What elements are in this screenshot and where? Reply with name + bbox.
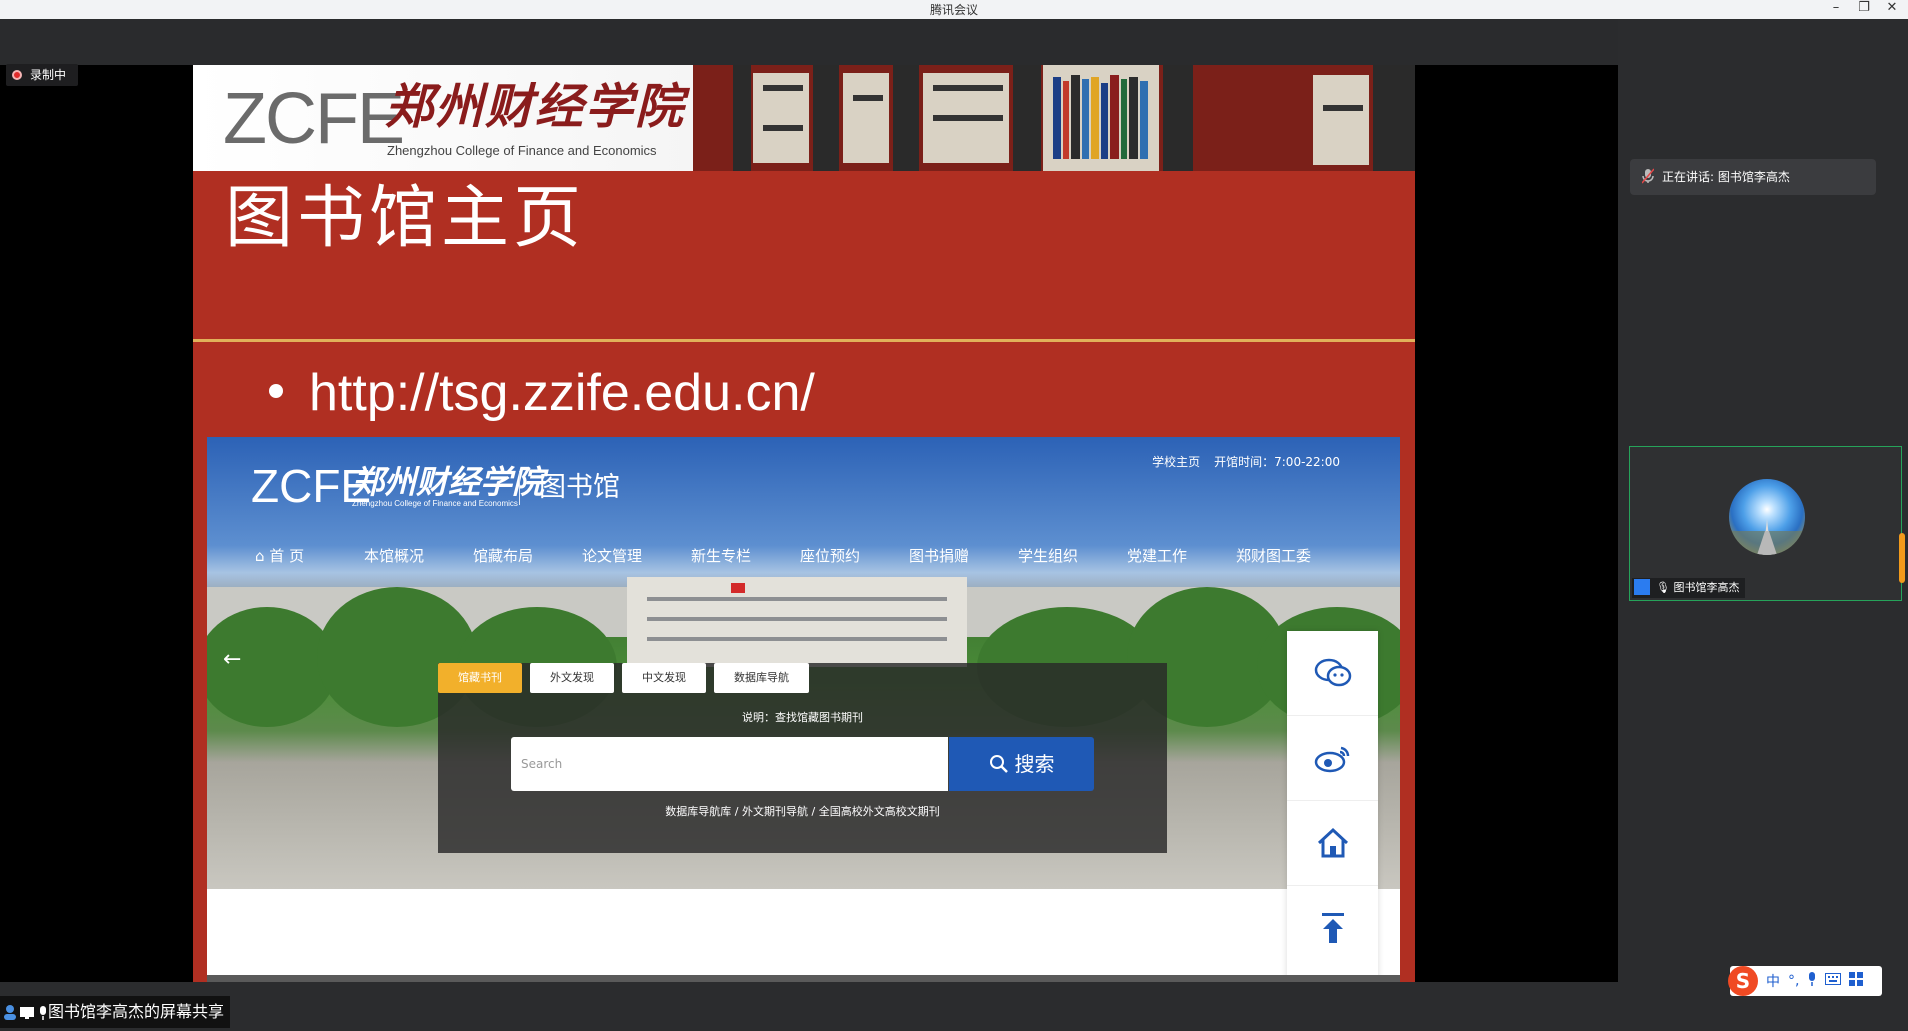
ime-toolbar[interactable]: S 中 °, <box>1728 966 1882 996</box>
weibo-icon <box>1287 716 1378 801</box>
back-to-top-icon <box>1287 886 1378 970</box>
search-quick-links: 数据库导航库 / 外文期刊导航 / 全国高校外文高校文期刊 <box>665 805 940 818</box>
wechat-icon <box>1287 631 1378 716</box>
website-logo-chinese: 郑州财经学院 <box>352 463 545 501</box>
carousel-prev-arrow-icon[interactable]: ← <box>223 647 241 672</box>
mic-icon[interactable] <box>1807 972 1817 990</box>
user-icon <box>1634 579 1650 595</box>
website-section-title: 图书馆 <box>539 472 620 503</box>
website-home-link: 学校主页 <box>1152 455 1201 469</box>
home-icon: ⌂ <box>255 547 270 565</box>
slide-bullet: http://tsg.zzife.edu.cn/ <box>269 363 815 423</box>
slide-divider <box>193 339 1415 342</box>
top-toolbar-strip <box>0 19 1618 65</box>
bottom-bar: 图书馆李高杰的屏幕共享 <box>0 982 1618 1028</box>
website-nav-item: 党建工作 <box>1127 547 1188 565</box>
participant-video-tile[interactable]: 🎙 图书馆李高杰 <box>1629 446 1902 601</box>
user-icon <box>4 999 16 1031</box>
screen-share-text: 图书馆李高杰的屏幕共享 <box>48 1002 225 1021</box>
search-button: 搜索 <box>949 737 1094 791</box>
slide-banner: ZCFE 郑州财经学院 Zhengzhou College of Finance… <box>193 65 1415 171</box>
banner-logo-english: Zhengzhou College of Finance and Economi… <box>387 143 657 158</box>
mic-icon <box>38 999 48 1031</box>
search-icon <box>989 755 1008 773</box>
website-nav-item: 图书捐赠 <box>909 547 970 565</box>
website-logo-separator <box>519 471 520 505</box>
participant-name-tag: 🎙 图书馆李高杰 <box>1632 578 1746 598</box>
website-top-links: 学校主页 开馆时间：7:00-22:00 <box>1138 453 1340 470</box>
recording-indicator[interactable]: 录制中 <box>6 64 79 86</box>
grid-icon[interactable] <box>1849 972 1864 990</box>
banner-logo-latin: ZCFE <box>223 79 405 159</box>
website-nav-item: 郑财图工委 <box>1236 547 1312 565</box>
website-logo-english: Zhengzhou College of Finance and Economi… <box>352 499 518 508</box>
recording-label: 录制中 <box>30 68 67 82</box>
screen-share-label[interactable]: 图书馆李高杰的屏幕共享 <box>0 996 231 1031</box>
website-hero: ZCFE 郑州财经学院 Zhengzhou College of Finance… <box>207 437 1400 889</box>
keyboard-icon[interactable] <box>1825 973 1842 989</box>
sogou-logo-icon[interactable]: S <box>1728 966 1758 996</box>
search-panel: 馆藏书刊 外文发现 中文发现 数据库导航 说明：查找馆藏图书期刊 Search … <box>438 663 1167 853</box>
presentation-slide: ZCFE 郑州财经学院 Zhengzhou College of Finance… <box>193 65 1415 982</box>
website-floating-toolbar <box>1287 631 1378 982</box>
speaking-text: 正在讲话: 图书馆李高杰 <box>1662 170 1790 184</box>
bullet-dot <box>269 384 283 398</box>
banner-logo-chinese: 郑州财经学院 <box>385 79 686 135</box>
website-nav-item: 本馆概况 <box>364 547 425 565</box>
website-nav-item: 论文管理 <box>582 547 643 565</box>
search-tab-chinese: 中文发现 <box>622 663 706 693</box>
website-nav-item: ⌂ 首 页 <box>255 545 364 569</box>
shared-screen-area: 录制中 ZCFE 郑州财经学院 Zhengzhou College of Fin… <box>0 19 1618 982</box>
mic-muted-icon <box>1641 162 1655 198</box>
home-icon <box>1287 801 1378 886</box>
window-title: 腾讯会议 <box>929 3 978 17</box>
recording-dot-icon <box>12 70 22 80</box>
window-title-bar: 腾讯会议 – ❐ ✕ <box>0 0 1908 20</box>
slide-title: 图书馆主页 <box>225 179 586 258</box>
search-description: 说明：查找馆藏图书期刊 <box>742 711 863 724</box>
panel-scrollbar[interactable] <box>1899 533 1905 583</box>
website-nav-item: 座位预约 <box>800 547 861 565</box>
participant-panel: 正在讲话: 图书馆李高杰 🎙 图书馆李高杰 <box>1618 19 1908 1028</box>
website-nav-item: 馆藏布局 <box>473 547 534 565</box>
search-tab-database: 数据库导航 <box>714 663 809 693</box>
search-tabs: 馆藏书刊 外文发现 中文发现 数据库导航 <box>438 663 817 693</box>
minimize-icon[interactable]: – <box>1822 0 1850 18</box>
search-tab-foreign: 外文发现 <box>530 663 614 693</box>
library-website-screenshot: ZCFE 郑州财经学院 Zhengzhou College of Finance… <box>207 437 1400 982</box>
mic-icon: 🎙 <box>1656 581 1670 594</box>
website-opening-hours: 开馆时间：7:00-22:00 <box>1214 455 1340 469</box>
bookshelf-image <box>693 65 1415 171</box>
library-url-text: http://tsg.zzife.edu.cn/ <box>309 364 815 422</box>
ime-punctuation[interactable]: °, <box>1788 973 1799 989</box>
search-tab-collection: 馆藏书刊 <box>438 663 522 693</box>
website-nav: ⌂ 首 页 本馆概况 馆藏布局 论文管理 新生专栏 座位预约 图书捐赠 学生组织… <box>255 545 1345 569</box>
search-button-label: 搜索 <box>1014 752 1055 776</box>
close-icon[interactable]: ✕ <box>1878 0 1906 18</box>
ime-chinese-mode[interactable]: 中 <box>1766 971 1780 991</box>
screen-share-icon <box>20 999 34 1031</box>
search-input: Search <box>511 737 948 791</box>
website-nav-item: 新生专栏 <box>691 547 752 565</box>
avatar <box>1729 479 1805 555</box>
restore-icon[interactable]: ❐ <box>1850 0 1878 18</box>
website-nav-label: 首 页 <box>269 547 305 565</box>
website-nav-item: 学生组织 <box>1018 547 1079 565</box>
participant-name: 图书馆李高杰 <box>1673 581 1740 594</box>
speaking-indicator: 正在讲话: 图书馆李高杰 <box>1630 159 1876 195</box>
website-footer-strip <box>207 975 1400 982</box>
